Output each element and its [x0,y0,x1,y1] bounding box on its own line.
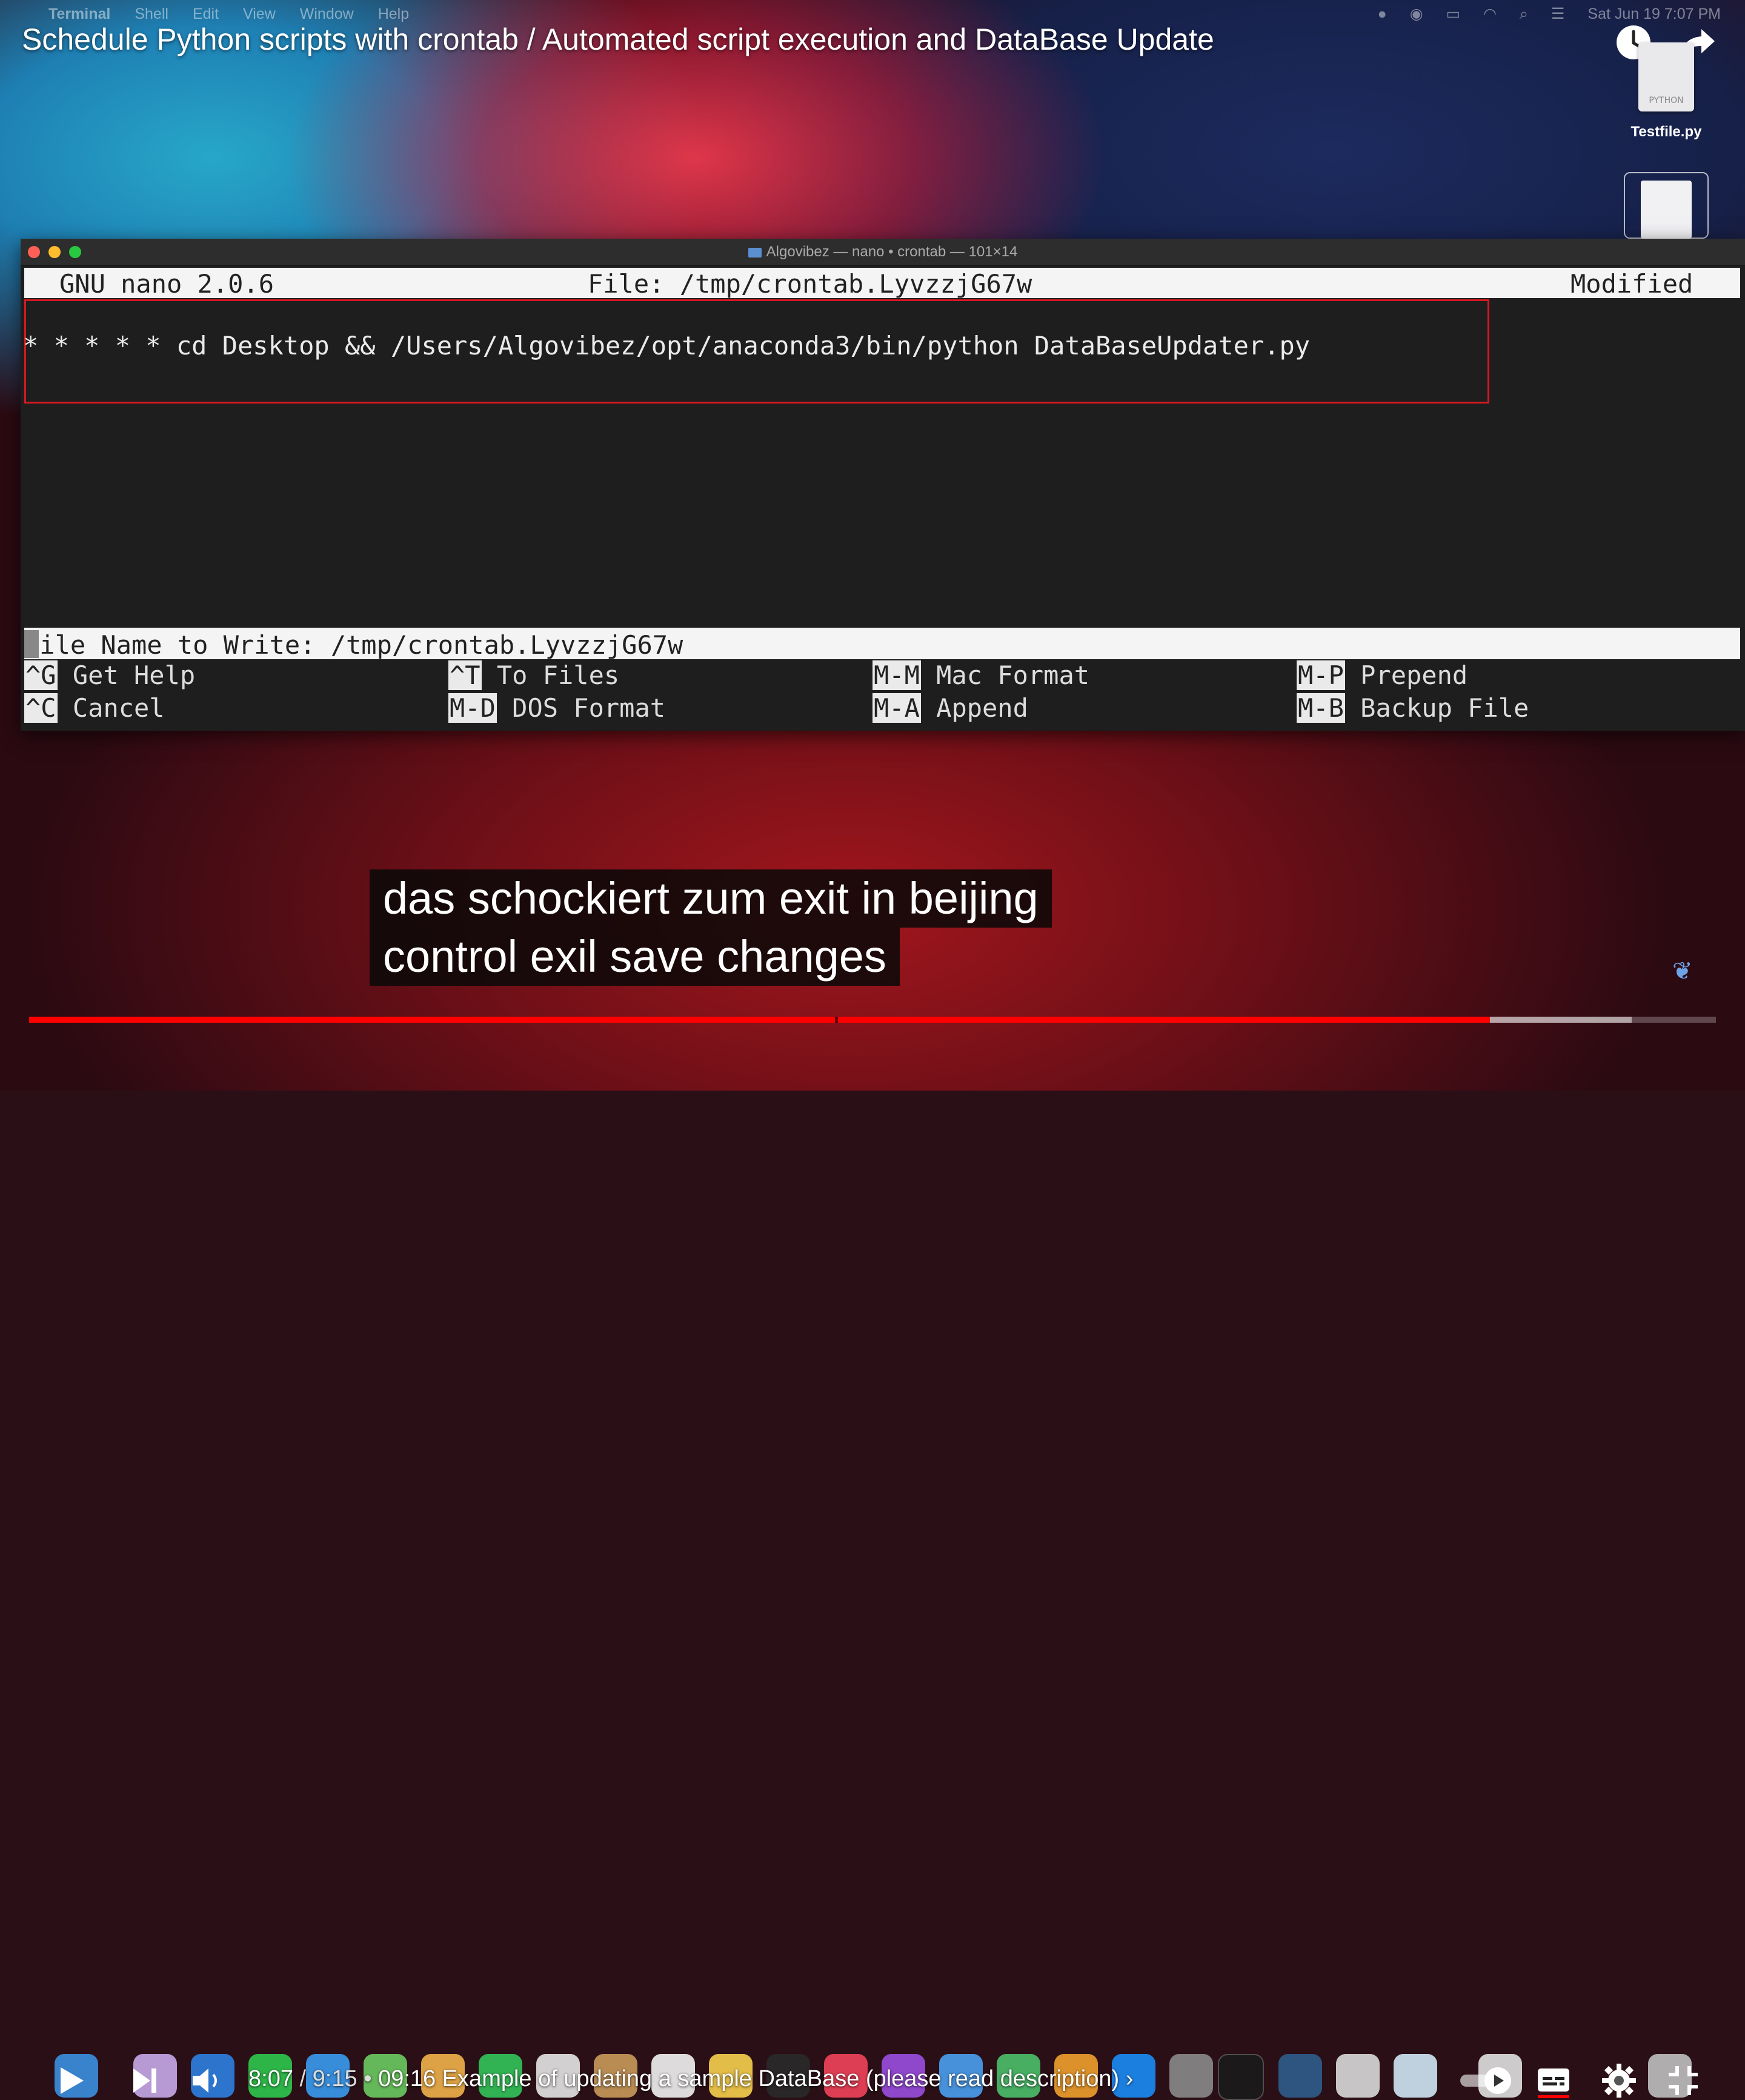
menubar-datetime[interactable]: Sat Jun 19 7:07 PM [1587,5,1721,23]
time-total: 9:15 [312,2066,357,2092]
autoplay-toggle-icon[interactable] [1458,2061,1518,2100]
captions-icon[interactable] [1534,2061,1573,2100]
wifi-icon[interactable]: ◠ [1483,5,1497,23]
nano-file-label: File: /tmp/crontab.LyvzzjG67w [588,269,1032,299]
play-icon[interactable] [51,2061,90,2100]
time-display: 8:07 / 9:15 • 09:16 Example of updating … [248,2066,1134,2092]
video-title[interactable]: Schedule Python scripts with crontab / A… [22,22,1214,57]
video-subtitles: das schockiert zum exit in beijing contr… [370,869,1052,986]
terminal-title: Algovibez — nano • crontab — 101×14 [766,244,1018,260]
desktop-file-label: Testfile.py [1630,124,1702,140]
chapter-title[interactable]: 09:16 Example of updating a sample DataB… [378,2066,1119,2092]
nano-version: GNU nano 2.0.6 [59,269,274,299]
shortcut-cancel[interactable]: ^C Cancel [24,693,165,723]
nano-header: GNU nano 2.0.6 File: /tmp/crontab.Lyvzzj… [24,268,1740,299]
terminal-dock-icon[interactable] [1218,2054,1264,2100]
text-edit-icon[interactable] [1336,2054,1380,2098]
subtitle-line-1: das schockiert zum exit in beijing [370,869,1052,928]
mysql-workbench-icon[interactable] [1278,2054,1322,2098]
folder-icon [748,247,762,258]
menu-view[interactable]: View [243,5,276,23]
menu-help[interactable]: Help [378,5,409,23]
status-play-icon[interactable]: ◉ [1410,5,1423,23]
next-icon[interactable] [125,2061,164,2100]
menu-shell[interactable]: Shell [135,5,168,23]
text-cursor [24,630,39,658]
terminal-window[interactable]: Algovibez — nano • crontab — 101×14 GNU … [21,239,1745,731]
write-prompt[interactable]: File Name to Write: /tmp/crontab.LyvzzjG… [24,628,1740,660]
time-current: 8:07 [248,2066,293,2092]
terminal-titlebar[interactable]: Algovibez — nano • crontab — 101×14 [21,239,1745,266]
status-record-icon[interactable]: ● [1378,5,1387,23]
system-preferences-icon[interactable] [1169,2054,1213,2098]
battery-icon[interactable]: ▭ [1446,5,1461,23]
gear-icon[interactable] [1600,2061,1638,2100]
shortcut-mac-format[interactable]: M-M Mac Format [872,660,1089,690]
subtitle-line-2: control exil save changes [370,928,900,986]
nano-status: Modified [1570,269,1693,299]
menu-edit[interactable]: Edit [193,5,219,23]
document-icon [1641,181,1692,239]
shortcut-append[interactable]: M-A Append [872,693,1028,723]
channel-watermark-icon[interactable]: ❦ [1672,957,1703,994]
shortcut-to-files[interactable]: ^T To Files [448,660,619,690]
progress-played[interactable] [29,1017,1490,1023]
chapter-marker [835,1017,838,1023]
crontab-entry[interactable]: * * * * * cd Desktop && /Users/Algovibez… [23,331,1310,361]
spotlight-icon[interactable]: ⌕ [1520,5,1528,23]
control-center-icon[interactable]: ☰ [1551,5,1564,23]
desktop-file-selected[interactable] [1624,172,1709,239]
python-file-icon: PYTHON [1638,42,1694,111]
desktop-file-testfile[interactable]: PYTHON Testfile.py [1630,42,1703,141]
quicktime-icon[interactable] [1394,2054,1437,2098]
volume-icon[interactable] [188,2061,227,2100]
shortcut-prepend[interactable]: M-P Prepend [1297,660,1467,690]
write-prompt-text[interactable]: File Name to Write: /tmp/crontab.LyvzzjG… [24,630,683,660]
shortcut-get-help[interactable]: ^G Get Help [24,660,195,690]
shortcut-dos-format[interactable]: M-D DOS Format [448,693,665,723]
menu-app[interactable]: Terminal [48,5,110,23]
exit-fullscreen-icon[interactable] [1664,2061,1703,2100]
shortcut-backup-file[interactable]: M-B Backup File [1297,693,1529,723]
chevron-right-icon[interactable]: › [1126,2066,1134,2092]
player-controls: 8:07 / 9:15 • 09:16 Example of updating … [0,1024,1745,2098]
menu-window[interactable]: Window [300,5,354,23]
